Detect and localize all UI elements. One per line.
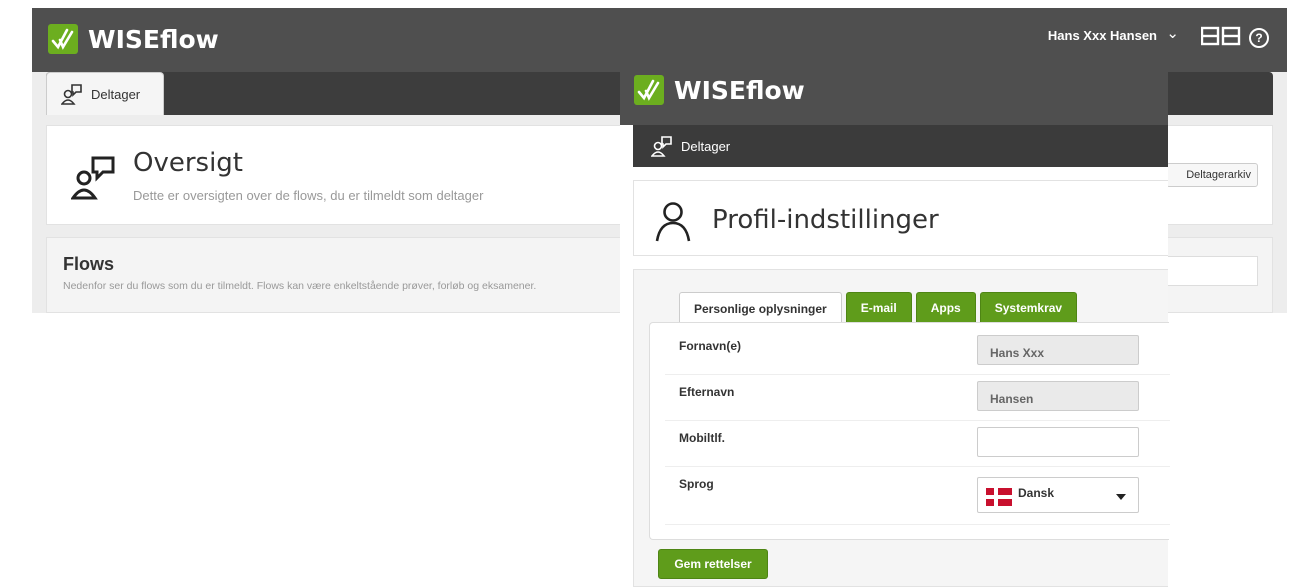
help-icon[interactable]: ? xyxy=(1249,28,1269,48)
user-name[interactable]: Hans Xxx Hansen xyxy=(1048,28,1157,43)
tab-label: Deltager xyxy=(91,86,141,102)
wiseflow-logo-icon xyxy=(634,75,664,105)
tab-personal-info[interactable]: Personlige oplysninger xyxy=(679,292,842,324)
mobile-field[interactable] xyxy=(977,427,1139,457)
archive-button[interactable]: Deltagerarkiv xyxy=(1166,163,1258,187)
logo-text: WISEflow xyxy=(88,24,219,54)
tab-deltager[interactable]: Deltager xyxy=(46,72,164,115)
firstname-field[interactable]: Hans Xxx xyxy=(977,335,1139,365)
language-value: Dansk xyxy=(1018,486,1055,500)
form-row-lastname: Efternavn Hansen xyxy=(665,375,1170,421)
ea-logo-icon xyxy=(1201,26,1241,46)
lastname-field[interactable]: Hansen xyxy=(977,381,1139,411)
profile-panel: Personlige oplysninger E-mail Apps Syste… xyxy=(633,269,1170,587)
save-button[interactable]: Gem rettelser xyxy=(658,549,768,579)
flows-subtitle: Nedenfor ser du flows som du er tilmeldt… xyxy=(63,280,537,292)
language-select[interactable]: Dansk xyxy=(977,477,1139,513)
mobile-label: Mobiltlf. xyxy=(679,431,725,445)
flows-title: Flows xyxy=(63,254,115,274)
personal-info-form: Fornavn(e) Hans Xxx Efternavn Hansen Mob… xyxy=(649,322,1170,540)
form-row-firstname: Fornavn(e) Hans Xxx xyxy=(665,329,1170,375)
firstname-label: Fornavn(e) xyxy=(679,339,742,353)
profile-tabs: Personlige oplysninger E-mail Apps Syste… xyxy=(679,292,1078,324)
danish-flag-icon xyxy=(986,488,1012,506)
tab-system-requirements[interactable]: Systemkrav xyxy=(979,292,1078,322)
page-title: Oversigt xyxy=(133,148,244,178)
participant-icon xyxy=(71,156,115,200)
logo-text: WISEflow xyxy=(674,75,805,105)
chevron-down-icon[interactable]: ⌄ xyxy=(1166,24,1179,42)
wiseflow-logo[interactable]: WISEflow xyxy=(634,75,805,105)
tab-email[interactable]: E-mail xyxy=(845,292,912,322)
profile-settings-window: WISEflow Deltager Profil-indstillinger P… xyxy=(620,57,1170,587)
form-row-language: Sprog Dansk xyxy=(665,467,1170,525)
form-row-mobile: Mobiltlf. xyxy=(665,421,1170,467)
nav-item-deltager[interactable]: Deltager xyxy=(633,125,1168,167)
page-title: Profil-indstillinger xyxy=(712,205,939,235)
top-bar: WISEflow xyxy=(620,57,1168,125)
flows-search-input[interactable] xyxy=(1158,256,1258,286)
wiseflow-logo-icon xyxy=(48,24,78,54)
nav-label: Deltager xyxy=(681,138,731,154)
profile-header: Profil-indstillinger xyxy=(633,180,1168,256)
page-subtitle: Dette er oversigten over de flows, du er… xyxy=(133,188,484,203)
tab-apps[interactable]: Apps xyxy=(915,292,976,322)
wiseflow-logo[interactable]: WISEflow xyxy=(48,24,219,54)
participant-icon xyxy=(61,84,82,105)
caret-down-icon xyxy=(1116,494,1126,500)
language-label: Sprog xyxy=(679,477,714,491)
user-icon xyxy=(655,202,691,242)
lastname-label: Efternavn xyxy=(679,385,735,399)
participant-icon xyxy=(651,136,672,157)
